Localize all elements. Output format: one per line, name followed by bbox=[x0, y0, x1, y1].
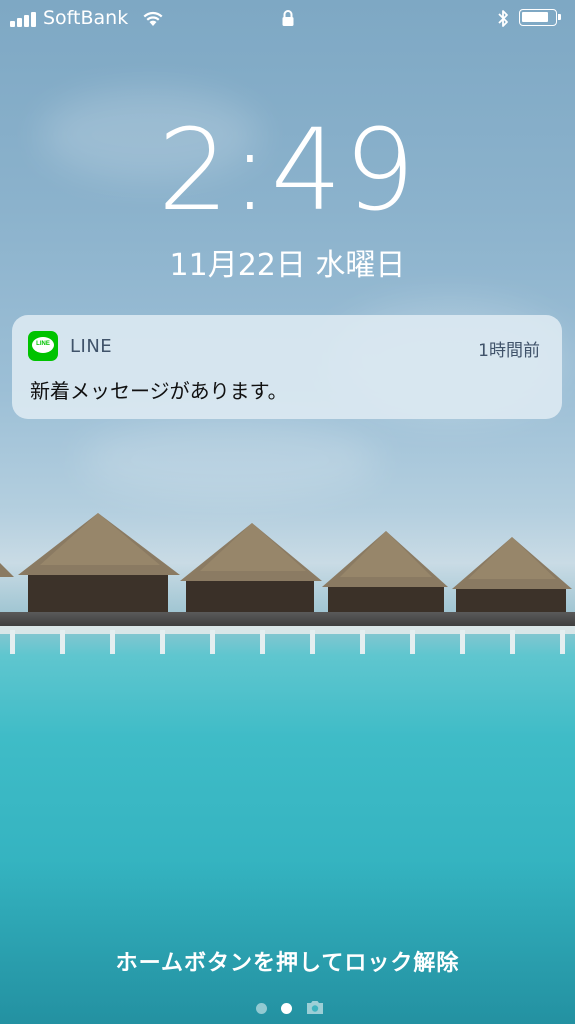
signal-strength-icon bbox=[10, 11, 40, 27]
camera-icon[interactable] bbox=[306, 999, 324, 1015]
line-app-icon-text: LINE bbox=[36, 341, 50, 347]
battery-icon bbox=[519, 9, 561, 26]
water-huts-scenery bbox=[0, 513, 572, 613]
wifi-icon bbox=[143, 11, 163, 26]
water-shade bbox=[0, 860, 575, 1024]
notification-card[interactable]: LINE LINE 1時間前 新着メッセージがあります。 bbox=[12, 315, 562, 419]
pier-post bbox=[460, 630, 465, 654]
unlock-hint: ホームボタンを押してロック解除 bbox=[115, 951, 460, 976]
line-app-icon: LINE bbox=[28, 331, 58, 361]
pier-post bbox=[60, 630, 65, 654]
pier-post bbox=[360, 630, 365, 654]
bluetooth-icon bbox=[498, 10, 508, 27]
pier-post bbox=[110, 630, 115, 654]
pier-post bbox=[310, 630, 315, 654]
pier-railing bbox=[0, 626, 575, 634]
pier-post bbox=[560, 630, 565, 654]
lock-screen-time: 2:49 bbox=[157, 106, 418, 236]
cloud bbox=[80, 420, 380, 500]
pier-post bbox=[210, 630, 215, 654]
pier-post bbox=[260, 630, 265, 654]
notification-time: 1時間前 bbox=[478, 341, 540, 361]
notification-message: 新着メッセージがあります。 bbox=[30, 379, 288, 403]
page-dot-current bbox=[281, 1003, 292, 1014]
status-bar: SoftBank bbox=[0, 0, 575, 40]
notification-app-name: LINE bbox=[70, 336, 113, 357]
pier-post bbox=[160, 630, 165, 654]
lock-screen: SoftBank 2:49 11月22日 水曜日 LINE LINE 1時間前 … bbox=[0, 0, 575, 1024]
page-dot bbox=[256, 1003, 267, 1014]
lock-icon bbox=[282, 10, 294, 26]
pier-post bbox=[510, 630, 515, 654]
carrier-name: SoftBank bbox=[43, 7, 129, 29]
pier-post bbox=[10, 630, 15, 654]
lock-screen-date: 11月22日 水曜日 bbox=[169, 248, 406, 283]
pier-post bbox=[410, 630, 415, 654]
